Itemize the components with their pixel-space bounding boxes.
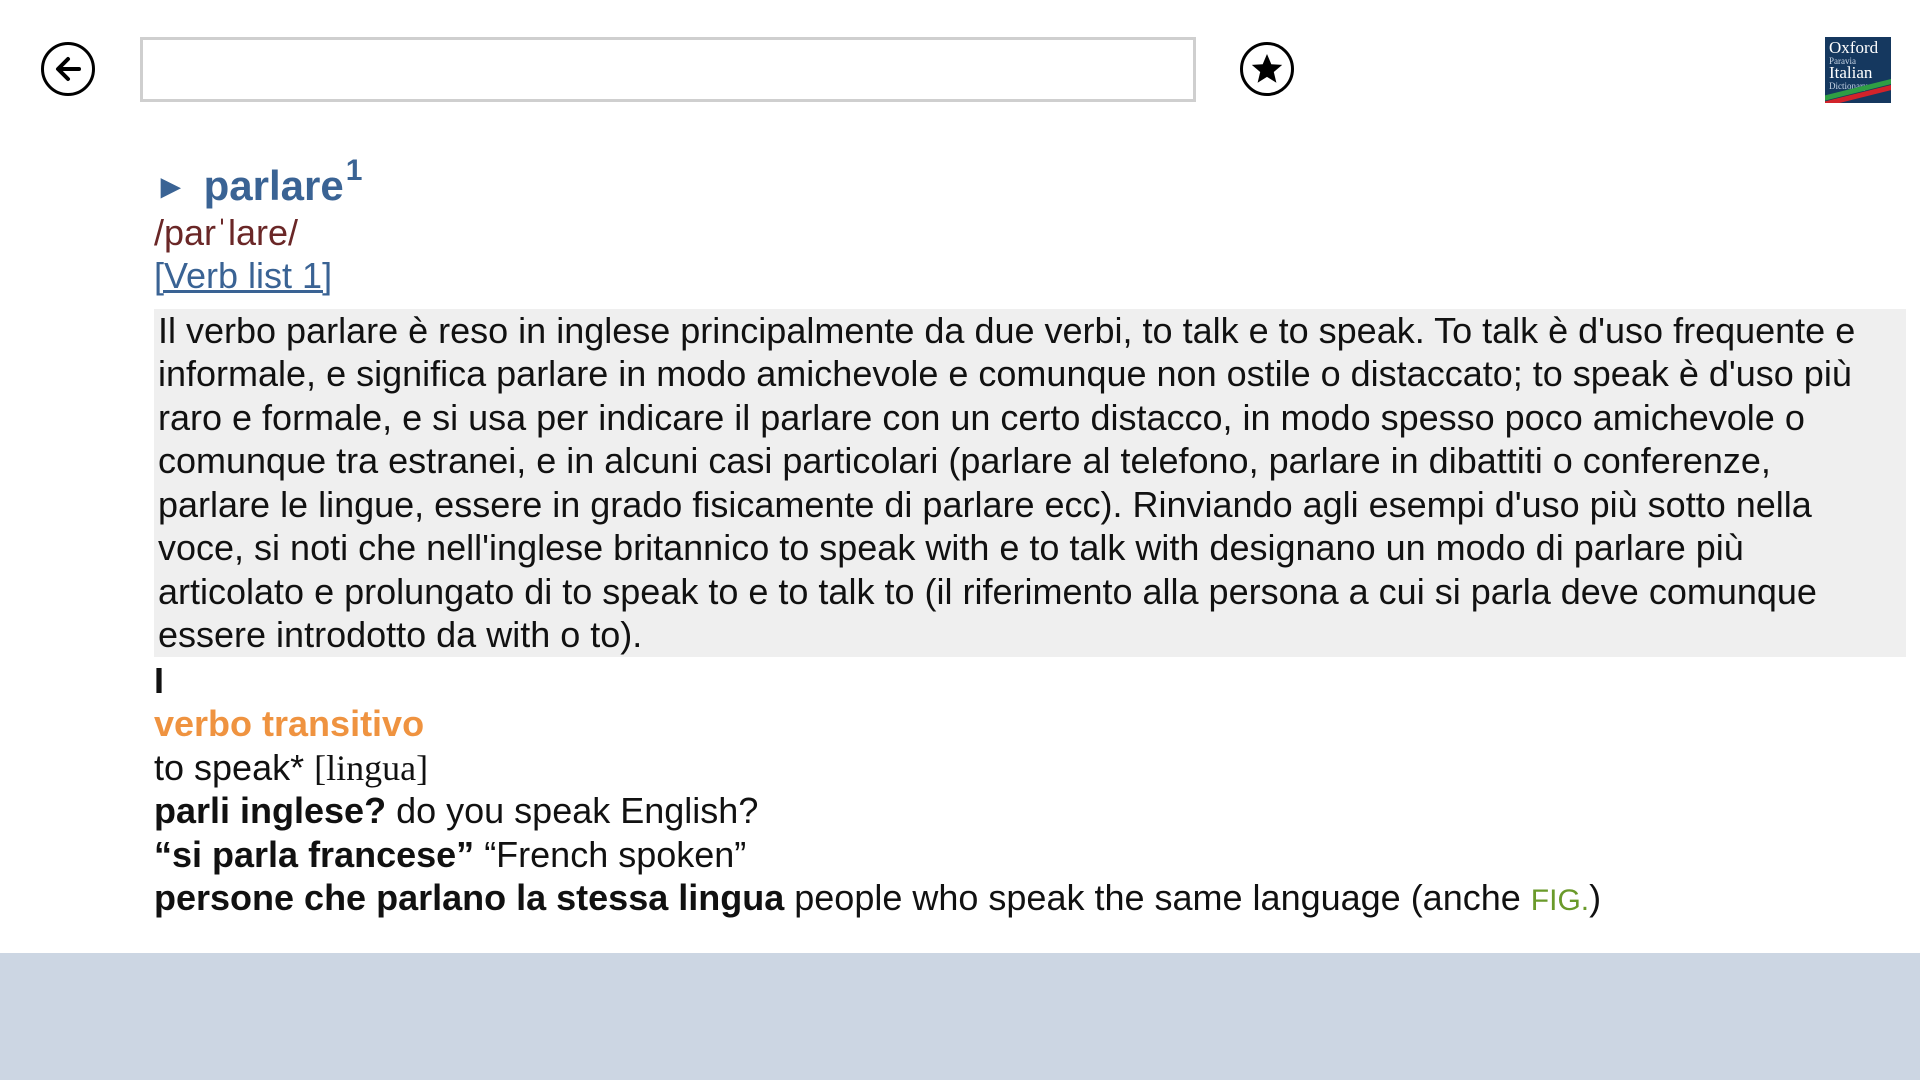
expand-arrow-icon[interactable]: ► (154, 168, 188, 206)
bottom-app-bar (0, 953, 1920, 1080)
top-toolbar: Oxford Paravia Italian Dictionary (0, 0, 1920, 130)
example-line: “si parla francese” “French spoken” (154, 833, 1906, 877)
verb-list-link[interactable]: [Verb list 1] (154, 254, 332, 297)
example-source: parli inglese? (154, 790, 387, 831)
back-button[interactable] (41, 42, 95, 96)
example-source: “si parla francese” (154, 833, 475, 875)
example-target: “French spoken” (484, 833, 747, 875)
pronunciation: /parˈlare/ (154, 212, 299, 253)
translation: to speak* (154, 746, 305, 788)
usage-note: Il verbo parlare è reso in inglese princ… (154, 308, 1906, 657)
example-target: people who speak the same language (anch… (794, 877, 1521, 918)
favorite-button[interactable] (1240, 42, 1294, 96)
register-label: FIG. (1530, 884, 1590, 917)
translation-line: to speak* [lingua] (154, 746, 1906, 790)
sense-number: I (154, 659, 165, 701)
oxford-italian-dictionary-logo: Oxford Paravia Italian Dictionary (1825, 37, 1891, 103)
example-closing: ) (1589, 877, 1602, 918)
example-line: parli inglese? do you speak English? (154, 789, 1906, 833)
example-line: persone che parlano la stessa lingua peo… (154, 876, 1906, 920)
back-arrow-icon (51, 52, 85, 86)
entry-headword: ► parlare1 (154, 156, 1906, 211)
collocate: [lingua] (314, 747, 429, 788)
example-source: persone che parlano la stessa lingua (154, 877, 785, 918)
example-target: do you speak English? (396, 790, 759, 831)
part-of-speech: verbo transitivo (154, 702, 425, 744)
star-icon (1249, 51, 1285, 87)
homograph-number: 1 (345, 154, 363, 187)
dictionary-entry: ► parlare1 /parˈlare/ [Verb list 1] Il ve… (154, 155, 1906, 920)
headword-text: parlare (203, 162, 344, 209)
search-input[interactable] (140, 37, 1196, 102)
